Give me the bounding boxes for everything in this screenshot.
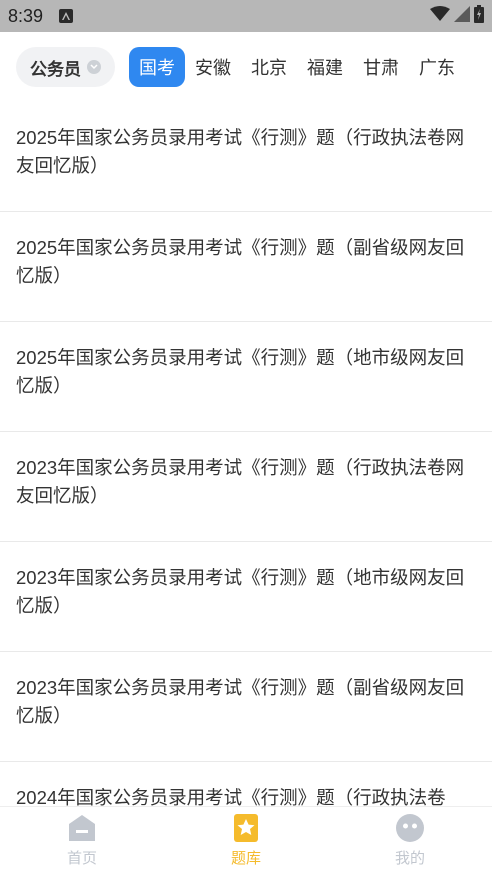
chevron-down-icon xyxy=(87,60,101,74)
filter-bar: 公务员 国考 安徽 北京 福建 甘肃 广东 xyxy=(0,32,492,102)
paper-title: 2023年国家公务员录用考试《行测》题（副省级网友回忆版） xyxy=(16,677,465,726)
category-dropdown[interactable]: 公务员 xyxy=(16,47,115,87)
region-tabs: 国考 安徽 北京 福建 甘肃 广东 xyxy=(129,47,465,87)
tab-fujian[interactable]: 福建 xyxy=(297,47,353,87)
paper-list: 2025年国家公务员录用考试《行测》题（行政执法卷网友回忆版） 2025年国家公… xyxy=(0,102,492,806)
list-item[interactable]: 2025年国家公务员录用考试《行测》题（副省级网友回忆版） xyxy=(0,212,492,322)
paper-title: 2025年国家公务员录用考试《行测》题（行政执法卷网友回忆版） xyxy=(16,127,465,176)
tab-guangdong[interactable]: 广东 xyxy=(409,47,465,87)
tab-guokao[interactable]: 国考 xyxy=(129,47,185,87)
home-icon xyxy=(67,813,97,843)
battery-icon xyxy=(474,5,484,27)
paper-title: 2025年国家公务员录用考试《行测》题（副省级网友回忆版） xyxy=(16,237,465,286)
tab-anhui[interactable]: 安徽 xyxy=(185,47,241,87)
status-bar: 8:39 xyxy=(0,0,492,32)
bottom-nav: 首页 题库 我的 xyxy=(0,806,492,874)
signal-icon xyxy=(454,6,470,26)
profile-icon xyxy=(395,813,425,843)
paper-title: 2023年国家公务员录用考试《行测》题（地市级网友回忆版） xyxy=(16,567,465,616)
list-item[interactable]: 2024年国家公务员录用考试《行测》题（行政执法卷 xyxy=(0,762,492,806)
nav-home[interactable]: 首页 xyxy=(0,807,164,874)
tab-gansu[interactable]: 甘肃 xyxy=(353,47,409,87)
list-item[interactable]: 2025年国家公务员录用考试《行测》题（行政执法卷网友回忆版） xyxy=(0,102,492,212)
nav-profile[interactable]: 我的 xyxy=(328,807,492,874)
paper-title: 2024年国家公务员录用考试《行测》题（行政执法卷 xyxy=(16,787,446,806)
list-item[interactable]: 2025年国家公务员录用考试《行测》题（地市级网友回忆版） xyxy=(0,322,492,432)
list-item[interactable]: 2023年国家公务员录用考试《行测》题（副省级网友回忆版） xyxy=(0,652,492,762)
tab-beijing[interactable]: 北京 xyxy=(241,47,297,87)
nav-question-bank[interactable]: 题库 xyxy=(164,807,328,874)
nav-question-bank-label: 题库 xyxy=(230,849,261,867)
wifi-icon xyxy=(430,6,450,26)
category-label: 公务员 xyxy=(30,59,81,80)
list-item[interactable]: 2023年国家公务员录用考试《行测》题（地市级网友回忆版） xyxy=(0,542,492,652)
nav-home-label: 首页 xyxy=(66,849,97,867)
paper-title: 2025年国家公务员录用考试《行测》题（地市级网友回忆版） xyxy=(16,347,465,396)
question-bank-icon xyxy=(231,813,261,843)
app-notification-icon xyxy=(59,9,74,23)
status-time: 8:39 xyxy=(8,5,44,26)
nav-profile-label: 我的 xyxy=(394,849,425,867)
paper-title: 2023年国家公务员录用考试《行测》题（行政执法卷网友回忆版） xyxy=(16,457,465,506)
list-item[interactable]: 2023年国家公务员录用考试《行测》题（行政执法卷网友回忆版） xyxy=(0,432,492,542)
